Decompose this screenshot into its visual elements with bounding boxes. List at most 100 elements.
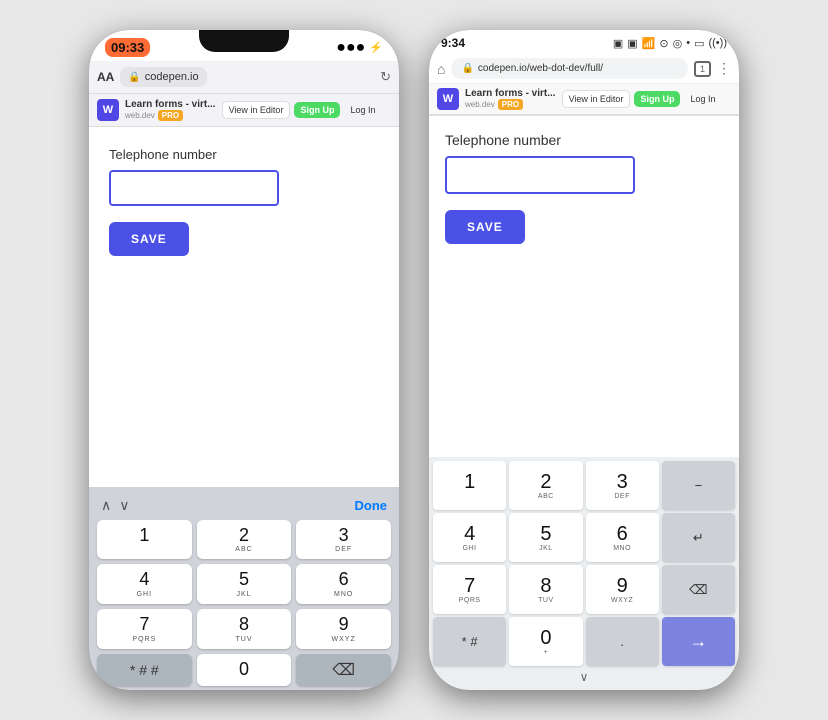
key-0[interactable]: 0 [197,654,292,686]
right-phone: 9:34 ▣ ▣ 📶 ⊙ ◎ • ▭ ((•)) ⌂ 🔒 codepen.io/… [429,30,739,690]
toolbar-logo: W [97,99,119,121]
chrome-url-row: ⌂ 🔒 codepen.io/web-dot-dev/full/ 1 ⋮ [429,54,739,83]
arrow-down-icon[interactable]: ∨ [119,497,129,514]
toolbar-domain: web.dev [125,111,155,120]
left-phone: 09:33 ●●● ⚡ AA 🔒 codepen.io ↻ W Learn fo… [89,30,399,690]
chrome-url-bar[interactable]: 🔒 codepen.io/web-dot-dev/full/ [451,58,688,79]
telephone-label: Telephone number [109,147,379,162]
left-content: Telephone number SAVE [89,127,399,487]
keyboard-topbar: ∧ ∨ Done [93,493,395,520]
ak-key-minus[interactable]: − [662,461,735,510]
refresh-button[interactable]: ↻ [380,69,391,85]
key-1[interactable]: 1 [97,520,192,560]
key-6[interactable]: 6 MNO [296,564,391,604]
chrome-menu-icon[interactable]: ⋮ [717,60,731,77]
right-toolbar-domain: web.dev [465,100,495,109]
toolbar-title-group: Learn forms - virt... web.dev PRO [125,99,216,121]
charging-icon: ⚡ [369,41,383,54]
ak-key-dot[interactable]: . [586,617,659,666]
right-url-text: codepen.io/web-dot-dev/full/ [478,63,603,74]
ak-key-3[interactable]: 3 DEF [586,461,659,510]
key-8[interactable]: 8 TUV [197,609,292,649]
right-statusbar: 9:34 ▣ ▣ 📶 ⊙ ◎ • ▭ ((•)) [429,30,739,54]
right-logo-letter: W [443,93,453,105]
left-time: 09:33 [105,38,150,57]
view-editor-button[interactable]: View in Editor [222,101,291,119]
ak-key-4[interactable]: 4 GHI [433,513,506,562]
logo-letter: W [103,104,113,116]
ak-key-2[interactable]: 2 ABC [509,461,582,510]
sim2-icon: ▣ [627,37,637,50]
wifi2-icon: ((•)) [708,37,727,49]
done-button[interactable]: Done [355,498,388,513]
right-toolbar: W Learn forms - virt... web.dev PRO View… [429,83,739,115]
aa-text[interactable]: AA [97,70,114,84]
android-keyboard-handle-area: ∨ [433,666,735,686]
telephone-input[interactable] [109,170,279,206]
left-browser-bar: AA 🔒 codepen.io ↻ [89,61,399,94]
key-special[interactable]: * # # [97,654,192,686]
ak-key-9[interactable]: 9 WXYZ [586,565,659,614]
home-icon[interactable]: ⌂ [437,61,445,77]
ak-key-0[interactable]: 0 + [509,617,582,666]
left-status-icons: ●●● ⚡ [336,39,383,57]
left-browser-top: AA 🔒 codepen.io ↻ [97,67,391,87]
ak-key-star[interactable]: * # [433,617,506,666]
left-url-bar[interactable]: 🔒 codepen.io [120,67,206,87]
key-3[interactable]: 3 DEF [296,520,391,560]
key-delete[interactable]: ⌫ [296,654,391,686]
ak-key-backspace[interactable]: ⌫ [662,565,735,614]
right-status-icons: ▣ ▣ 📶 ⊙ ◎ • ▭ ((•)) [613,37,727,50]
login-button[interactable]: Log In [344,102,381,118]
key-4[interactable]: 4 GHI [97,564,192,604]
right-signup-button[interactable]: Sign Up [634,91,680,107]
battery-right-icon: ▭ [694,37,704,50]
notch [199,30,289,52]
tab-counter[interactable]: 1 [694,61,711,77]
keyboard-chevron[interactable]: ∨ [580,670,589,684]
url-text: codepen.io [145,71,199,83]
ak-key-8[interactable]: 8 TUV [509,565,582,614]
left-toolbar: W Learn forms - virt... web.dev PRO View… [89,94,399,127]
toolbar-buttons: View in Editor Sign Up Log In [222,101,382,119]
arrow-up-icon[interactable]: ∧ [101,497,111,514]
key-9[interactable]: 9 WXYZ [296,609,391,649]
ak-key-7[interactable]: 7 PQRS [433,565,506,614]
location-icon: ◎ [673,37,683,50]
right-telephone-input[interactable] [445,156,635,194]
signal-icon: 📶 [642,37,656,50]
right-toolbar-title: Learn forms - virt... [465,88,556,99]
right-time: 9:34 [441,36,465,50]
pro-badge: PRO [158,110,183,121]
battery-icon: ●●● [336,39,365,57]
right-view-editor-button[interactable]: View in Editor [562,90,631,108]
right-save-button[interactable]: SAVE [445,210,525,244]
android-keyboard-grid: 1 2 ABC 3 DEF − 4 GHI 5 JKL [433,461,735,666]
keyboard-arrows: ∧ ∨ [101,497,130,514]
right-toolbar-logo: W [437,88,459,110]
left-keyboard: ∧ ∨ Done 1 2 ABC 3 DEF 4 GHI [89,487,399,690]
wifi-icon: ⊙ [659,37,668,50]
ak-key-return[interactable]: ↵ [662,513,735,562]
right-keyboard: 1 2 ABC 3 DEF − 4 GHI 5 JKL [429,457,739,690]
signup-button[interactable]: Sign Up [294,102,340,118]
more-icon: • [686,37,690,49]
ak-key-1[interactable]: 1 [433,461,506,510]
toolbar-title: Learn forms - virt... [125,99,216,110]
right-toolbar-buttons: View in Editor Sign Up Log In [562,90,722,108]
lock-icon: 🔒 [128,72,140,83]
right-toolbar-title-group: Learn forms - virt... web.dev PRO [465,88,556,110]
right-browser-chrome: ⌂ 🔒 codepen.io/web-dot-dev/full/ 1 ⋮ W L… [429,54,739,116]
ak-key-6[interactable]: 6 MNO [586,513,659,562]
right-content: Telephone number SAVE [429,116,739,457]
right-login-button[interactable]: Log In [684,91,721,107]
key-7[interactable]: 7 PQRS [97,609,192,649]
save-button[interactable]: SAVE [109,222,189,256]
right-pro-badge: PRO [498,99,523,110]
right-lock-icon: 🔒 [461,63,473,74]
key-2[interactable]: 2 ABC [197,520,292,560]
key-5[interactable]: 5 JKL [197,564,292,604]
ak-key-next[interactable]: → [662,617,735,666]
left-statusbar: 09:33 ●●● ⚡ [89,30,399,61]
ak-key-5[interactable]: 5 JKL [509,513,582,562]
